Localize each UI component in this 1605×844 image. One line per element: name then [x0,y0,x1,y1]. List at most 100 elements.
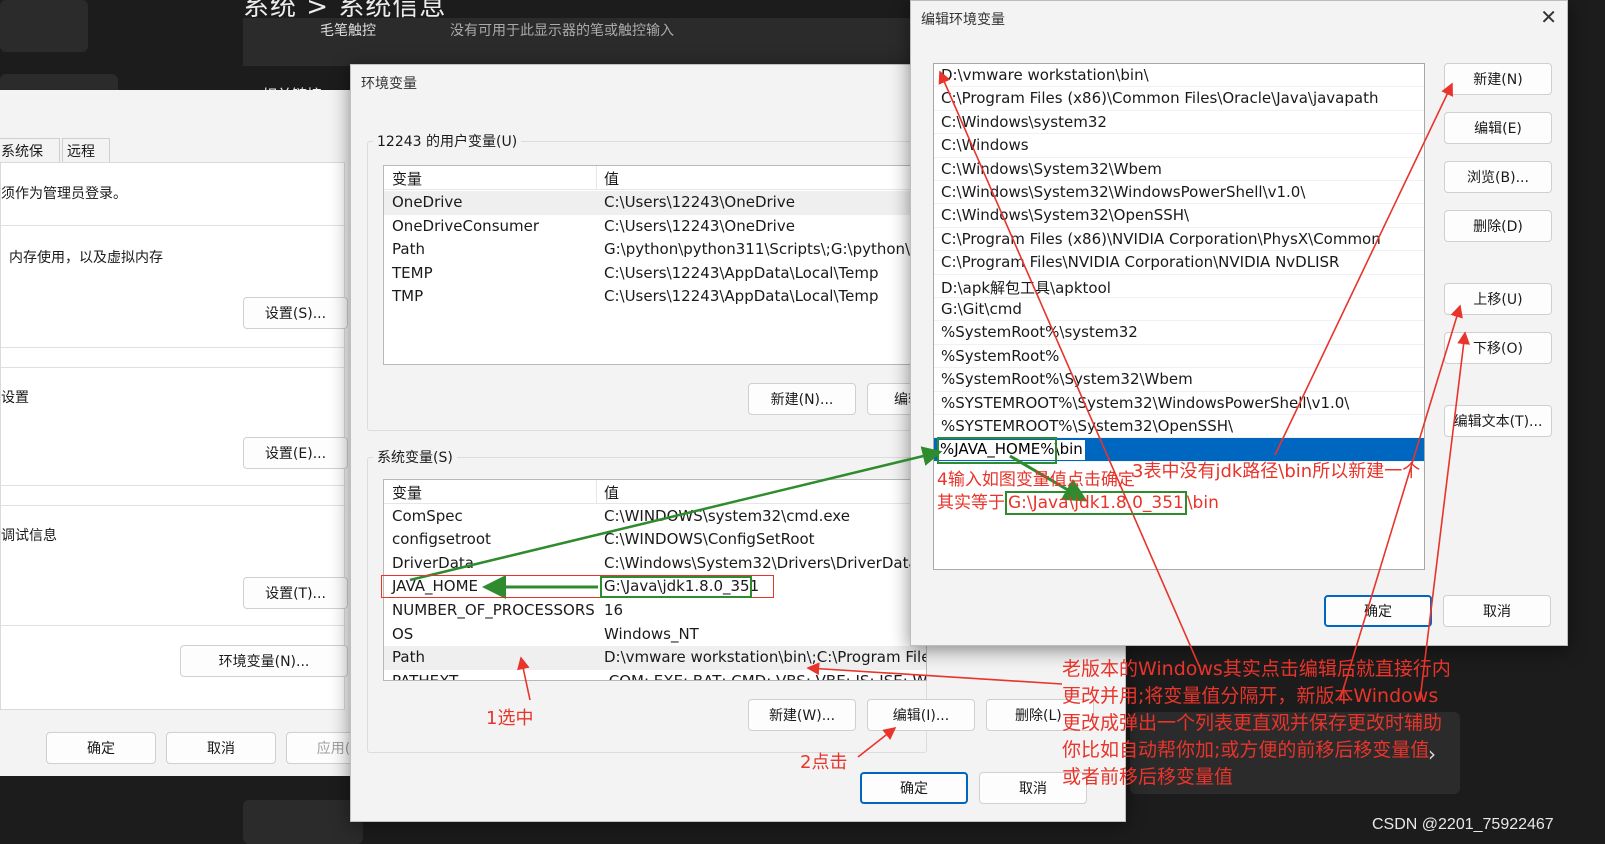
list-item[interactable]: C:\Program Files (x86)\NVIDIA Corporatio… [934,228,1424,252]
list-item[interactable]: C:\Windows\System32\WindowsPowerShell\v1… [934,181,1424,205]
new-button[interactable]: 新建(N) [1444,63,1552,95]
annotation-step4-path: G:\Java\jdk1.8.0_351 [1005,491,1187,515]
variable-value: C:\Windows\System32\Drivers\DriverData [604,554,918,572]
list-item[interactable]: C:\Program Files\NVIDIA Corporation\NVID… [934,251,1424,275]
list-item[interactable]: C:\Windows [934,134,1424,158]
list-item[interactable]: %SystemRoot% [934,345,1424,369]
highlight-new-path-entry [937,437,1057,464]
list-item[interactable]: D:\apk解包工具\apktool [934,275,1424,298]
variable-value: G:\python\python311\Scripts\;G:\python\p… [604,240,926,258]
cancel-button[interactable]: 取消 [166,732,276,764]
csdn-watermark: CSDN @2201_75922467 [1372,816,1554,833]
annotation-step4-suffix: \bin [1186,493,1219,513]
table-row-path-selected[interactable]: Path D:\vmware workstation\bin\;C:\Progra… [384,646,926,670]
move-up-button[interactable]: 上移(U) [1444,283,1552,315]
column-header-variable[interactable]: 变量 [392,168,422,189]
edit-text-button[interactable]: 编辑文本(T)... [1444,405,1552,437]
ok-button[interactable]: 确定 [46,732,156,764]
advanced-tab-panel: 须作为管理员登录。 内存使用，以及虚拟内存 设置(S)... 设置 设置(E).… [0,162,348,710]
variable-value: C:\WINDOWS\system32\cmd.exe [604,507,850,525]
ok-button[interactable]: 确定 [860,772,968,804]
settings-card-bottom [243,800,363,844]
table-row[interactable]: configsetroot C:\WINDOWS\ConfigSetRoot [384,528,926,552]
variable-value: C:\Users\12243\AppData\Local\Temp [604,287,879,305]
settings-card-top-left [0,0,88,52]
annotation-step4-prefix: 其实等于 [937,493,1005,513]
list-item[interactable]: D:\vmware workstation\bin\ [934,64,1424,88]
list-item[interactable]: C:\Windows\system32 [934,111,1424,135]
table-row[interactable]: DriverData C:\Windows\System32\Drivers\Dr… [384,552,926,576]
delete-button[interactable]: 删除(D) [1444,210,1552,242]
table-row[interactable]: TMP C:\Users\12243\AppData\Local\Temp [384,285,926,309]
close-icon[interactable]: ✕ [1540,5,1557,29]
divider [1,225,346,226]
ok-button[interactable]: 确定 [1324,595,1432,627]
annotation-note-line: 老版本的Windows其实点击编辑后就直接行内 [1062,658,1451,680]
variable-value: C:\Users\12243\OneDrive [604,193,795,211]
table-row[interactable]: OneDriveConsumer C:\Users\12243\OneDrive [384,215,926,239]
table-row[interactable]: ComSpec C:\WINDOWS\system32\cmd.exe [384,505,926,529]
move-down-button[interactable]: 下移(O) [1444,332,1552,364]
table-header: 变量 值 [384,166,926,190]
variable-name: Path [392,648,425,666]
variable-value: 16 [604,601,624,619]
cancel-button[interactable]: 取消 [1443,595,1551,627]
startup-recovery-label: 调试信息 [1,528,57,544]
column-header-variable[interactable]: 变量 [392,482,422,503]
table-row[interactable]: OS Windows_NT [384,623,926,647]
divider [1,347,346,348]
annotation-step4-line2: 其实等于 G:\Java\jdk1.8.0_351 \bin [937,488,1219,515]
table-row[interactable]: NUMBER_OF_PROCESSORS 16 [384,599,926,623]
system-new-button[interactable]: 新建(W)... [748,699,856,731]
column-header-value[interactable]: 值 [604,482,619,503]
variable-value: .COM;.EXE;.BAT;.CMD;.VBS;.VBE;.JS;.JSE;.… [604,672,927,681]
variable-name: OS [392,625,414,643]
user-variables-label: 12243 的用户变量(U) [373,131,522,151]
list-item[interactable]: G:\Git\cmd [934,298,1424,322]
performance-description: 内存使用，以及虚拟内存 [9,250,163,266]
highlight-java-home-value [600,576,752,598]
annotation-step1: 1选中 [486,708,534,729]
table-header: 变量 值 [384,480,926,504]
variable-name: NUMBER_OF_PROCESSORS [392,601,595,619]
variable-value: Windows_NT [604,625,699,643]
browse-button[interactable]: 浏览(B)... [1444,161,1552,193]
variable-name: DriverData [392,554,474,572]
pen-touch-label: 毛笔触控 [320,23,376,39]
performance-settings-button[interactable]: 设置(S)... [243,297,348,329]
table-row[interactable]: Path G:\python\python311\Scripts\;G:\pyth… [384,238,926,262]
list-item[interactable]: %SYSTEMROOT%\System32\OpenSSH\ [934,415,1424,439]
system-edit-button[interactable]: 编辑(I)... [867,699,975,731]
user-profiles-settings-button[interactable]: 设置(E)... [243,437,348,469]
table-row[interactable]: TEMP C:\Users\12243\AppData\Local\Temp [384,262,926,286]
variable-value: C:\Users\12243\AppData\Local\Temp [604,264,879,282]
list-item[interactable]: C:\Program Files (x86)\Common Files\Orac… [934,87,1424,111]
variable-name: Path [392,240,425,258]
annotation-step3: 3表中没有jdk路径\bin所以新建一个 [1132,461,1421,482]
user-variables-table[interactable]: 变量 值 OneDrive C:\Users\12243\OneDrive One… [383,165,927,365]
user-new-button[interactable]: 新建(N)... [748,383,856,415]
table-row[interactable]: OneDrive C:\Users\12243\OneDrive [384,191,926,215]
list-item[interactable]: %SYSTEMROOT%\System32\WindowsPowerShell\… [934,392,1424,415]
tab-remote[interactable]: 远程 [62,138,110,162]
column-header-value[interactable]: 值 [604,168,619,189]
divider [1,625,346,626]
tab-system-protection[interactable]: 系统保护 [0,138,60,180]
edit-environment-variable-window: 编辑环境变量 ✕ D:\vmware workstation\bin\ C:\P… [910,0,1568,646]
environment-variables-button[interactable]: 环境变量(N)... [180,645,348,677]
startup-settings-button[interactable]: 设置(T)... [243,577,348,609]
divider [1,505,346,506]
variable-name: TEMP [392,264,433,282]
annotation-note-line: 更改并用;将变量值分隔开，新版本Windows [1062,685,1439,707]
list-item[interactable]: C:\Windows\System32\Wbem [934,158,1424,181]
variable-value: C:\Users\12243\OneDrive [604,217,795,235]
variable-name: TMP [392,287,424,305]
list-item[interactable]: %SystemRoot%\system32 [934,321,1424,345]
system-variables-label: 系统变量(S) [373,447,457,467]
edit-button[interactable]: 编辑(E) [1444,112,1552,144]
list-item[interactable]: C:\Windows\System32\OpenSSH\ [934,204,1424,228]
annotation-step4-line1: 4输入如图变量值点击确定 [937,470,1135,490]
table-row[interactable]: PATHEXT .COM;.EXE;.BAT;.CMD;.VBS;.VBE;.JS… [384,670,927,681]
user-profiles-label: 设置 [1,390,29,406]
list-item[interactable]: %SystemRoot%\System32\Wbem [934,368,1424,392]
